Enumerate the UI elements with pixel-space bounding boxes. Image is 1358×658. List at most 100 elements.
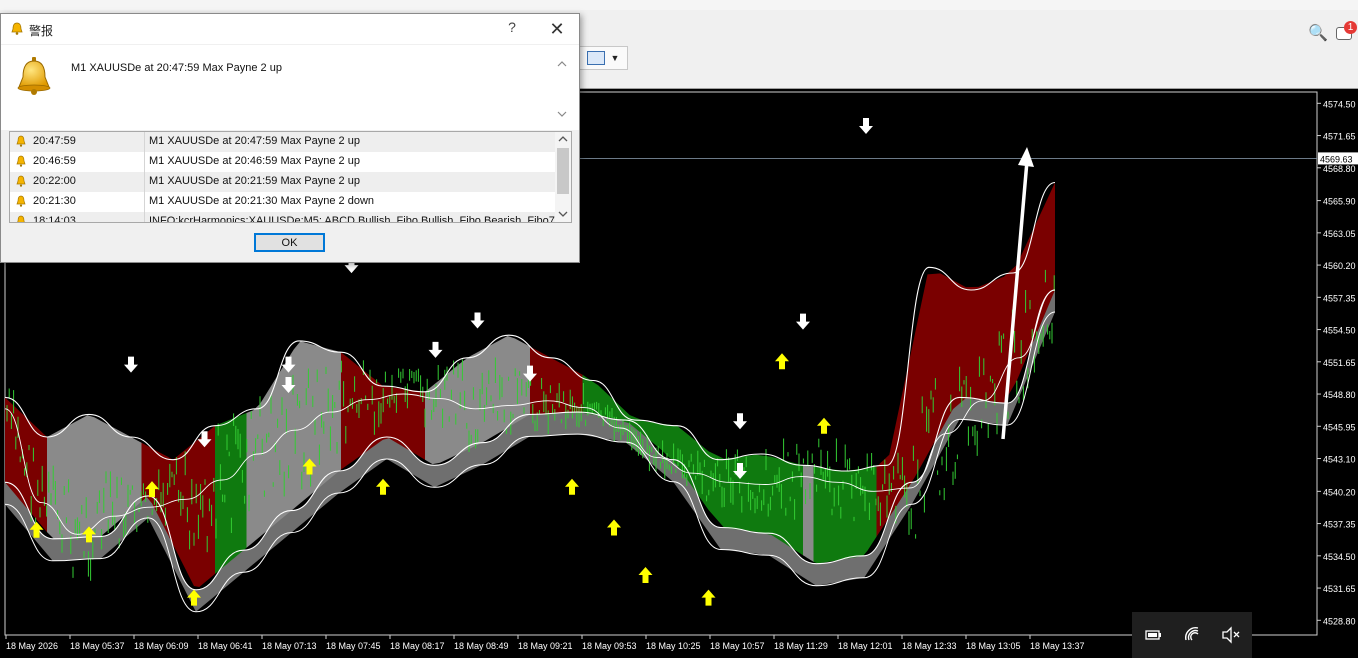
time-label: 18 May 09:21	[518, 641, 573, 651]
price-label: 4537.35	[1323, 520, 1356, 530]
sell-arrow-shape	[733, 413, 747, 430]
battery-icon[interactable]	[1142, 624, 1164, 646]
price-label: 4543.10	[1323, 455, 1356, 465]
buy-arrow-shape	[376, 478, 390, 495]
buy-arrow-shape	[817, 417, 831, 434]
price-label: 4565.90	[1323, 197, 1356, 207]
buy-arrow-shape	[775, 353, 789, 370]
column-separator	[144, 132, 145, 152]
buy-arrow	[638, 567, 653, 584]
sell-arrow-shape	[428, 341, 443, 358]
bell-icon	[16, 195, 26, 207]
alert-text: M1 XAUUSDe at 20:21:59 Max Payne 2 up	[149, 175, 360, 187]
wifi-icon[interactable]	[1182, 624, 1204, 646]
current-price-label: 4569.63	[1320, 154, 1353, 164]
price-label: 4560.20	[1323, 261, 1356, 271]
alert-row[interactable]: 20:22:00 M1 XAUUSDe at 20:21:59 Max Payne…	[10, 172, 555, 192]
notifications-button[interactable]: 1	[1334, 21, 1358, 45]
sell-arrow-shape	[124, 356, 138, 373]
buy-arrow-shape	[701, 589, 716, 606]
time-label: 18 May 08:49	[454, 641, 509, 651]
bell-icon	[11, 22, 23, 35]
time-label: 18 May 09:53	[582, 641, 637, 651]
alert-message: M1 XAUUSDe at 20:47:59 Max Payne 2 up	[71, 62, 282, 74]
sell-arrow-shape	[859, 117, 873, 134]
price-label: 4574.50	[1323, 99, 1356, 109]
dialog-title-bar[interactable]: 警报 ? ✕	[1, 14, 579, 44]
sell-arrow	[733, 413, 747, 430]
dialog-title: 警报	[29, 24, 54, 38]
price-label: 4568.80	[1323, 164, 1356, 174]
sell-arrow-shape	[796, 313, 810, 330]
time-label: 18 May 06:09	[134, 641, 189, 651]
time-label: 18 May 05:37	[70, 641, 125, 651]
buy-arrow	[775, 353, 789, 370]
time-label: 18 May 07:45	[326, 641, 381, 651]
alert-dialog: 警报 ? ✕ M1 XAUUSDe at 20:47:59 Max Payne …	[0, 13, 580, 263]
alert-row[interactable]: 20:47:59 M1 XAUUSDe at 20:47:59 Max Payne…	[10, 132, 555, 152]
buy-arrow-shape	[607, 519, 621, 536]
sell-arrow	[124, 356, 138, 373]
time-label: 18 May 06:41	[198, 641, 253, 651]
price-label: 4540.20	[1323, 487, 1356, 497]
list-scrollbar[interactable]	[555, 132, 571, 222]
price-label: 4551.65	[1323, 358, 1356, 368]
price-label: 4548.80	[1323, 390, 1356, 400]
alert-time: 20:22:00	[33, 175, 76, 187]
alert-time: 20:47:59	[33, 135, 76, 147]
buy-arrow-shape	[638, 567, 653, 584]
alert-text: M1 XAUUSDe at 20:46:59 Max Payne 2 up	[149, 155, 360, 167]
sell-arrow	[470, 312, 485, 329]
buy-arrow	[607, 519, 621, 536]
time-label: 18 May 12:01	[838, 641, 893, 651]
notification-badge: 1	[1344, 21, 1357, 34]
buy-arrow-shape	[565, 478, 579, 495]
time-label: 18 May 07:13	[262, 641, 317, 651]
alert-text: M1 XAUUSDe at 20:21:30 Max Payne 2 down	[149, 195, 375, 207]
chevron-down-icon: ▼	[610, 53, 620, 63]
sell-arrow	[428, 341, 443, 358]
price-label: 4528.80	[1323, 616, 1356, 626]
annotation-arrow-head	[1018, 147, 1034, 167]
bell-icon	[16, 175, 26, 187]
ok-button[interactable]: OK	[254, 233, 325, 252]
bell-icon	[17, 215, 25, 222]
price-label: 4554.50	[1323, 326, 1356, 336]
buy-arrow	[376, 478, 390, 495]
time-label: 18 May 2026	[6, 641, 58, 651]
time-label: 18 May 08:17	[390, 641, 445, 651]
column-separator	[144, 172, 145, 192]
column-separator	[144, 212, 145, 222]
column-separator	[144, 192, 145, 212]
buy-arrow	[817, 417, 831, 434]
trend-zone	[813, 466, 877, 564]
price-label: 4545.95	[1323, 422, 1356, 432]
volume-muted-icon[interactable]	[1220, 624, 1242, 646]
help-button[interactable]: ?	[501, 19, 523, 39]
time-label: 18 May 13:37	[1030, 641, 1085, 651]
bell-icon	[17, 57, 51, 95]
alert-row[interactable]: 20:21:30 M1 XAUUSDe at 20:21:30 Max Payne…	[10, 192, 555, 212]
price-label: 4571.65	[1323, 132, 1356, 142]
alert-text: M1 XAUUSDe at 20:47:59 Max Payne 2 up	[149, 135, 360, 147]
scroll-thumb[interactable]	[557, 148, 569, 194]
buy-arrow	[565, 478, 579, 495]
sell-arrow-shape	[470, 312, 485, 329]
message-scrollbar[interactable]	[555, 59, 569, 119]
sell-arrow	[859, 117, 873, 134]
system-tray	[1132, 612, 1252, 658]
trend-zone	[803, 465, 814, 562]
price-label: 4534.50	[1323, 552, 1356, 562]
alert-history-list[interactable]: 20:47:59 M1 XAUUSDe at 20:47:59 Max Payne…	[9, 131, 572, 223]
alert-row[interactable]: 18:14:03 INFO:kcrHarmonics:XAUUSDe:M5: AB…	[10, 212, 567, 223]
price-label: 4563.05	[1323, 229, 1356, 239]
chart-template-dropdown[interactable]: ▼	[578, 46, 628, 70]
close-button[interactable]: ✕	[545, 18, 569, 40]
price-label: 4531.65	[1323, 584, 1356, 594]
search-icon[interactable]: 🔍	[1308, 23, 1328, 43]
alert-row[interactable]: 20:46:59 M1 XAUUSDe at 20:46:59 Max Payne…	[10, 152, 555, 172]
time-label: 18 May 10:57	[710, 641, 765, 651]
alert-time: 18:14:03	[33, 215, 76, 223]
buy-arrow	[701, 589, 716, 606]
alert-message-area: M1 XAUUSDe at 20:47:59 Max Payne 2 up	[1, 45, 579, 130]
